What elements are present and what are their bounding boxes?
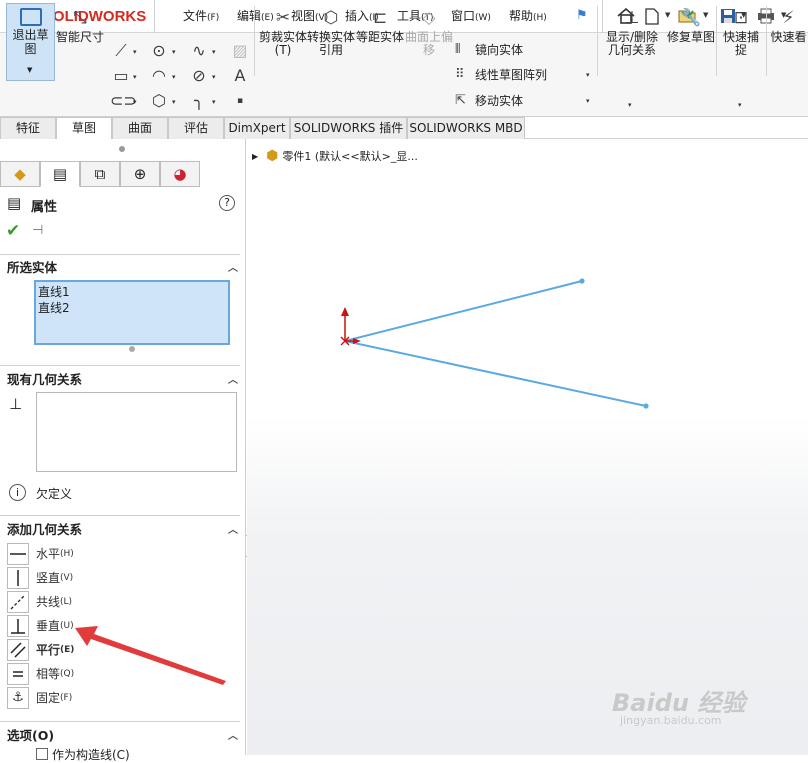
- watermark-url: jingyan.baidu.com: [620, 714, 722, 727]
- watermark-logo: Baidu 经验: [612, 689, 746, 717]
- sketch-endpoint[interactable]: [579, 278, 585, 284]
- sketch-overlay: [75, 278, 649, 685]
- sketch-line-2[interactable]: [344, 340, 647, 407]
- annotation-arrow: [75, 626, 226, 685]
- sketch-endpoint[interactable]: [643, 403, 649, 409]
- sketch-line-1[interactable]: [344, 280, 583, 342]
